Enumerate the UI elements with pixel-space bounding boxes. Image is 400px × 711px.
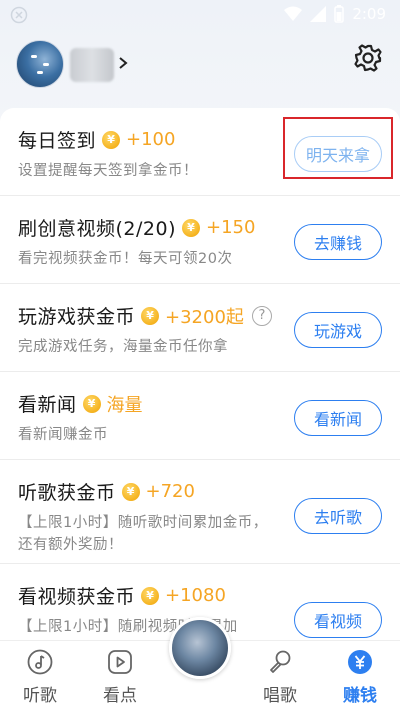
coin-icon: ¥: [102, 130, 121, 149]
clock-text: 2:09: [352, 5, 386, 23]
listen-music-button[interactable]: 去听歌: [294, 498, 382, 534]
watch-video-button[interactable]: 看视频: [294, 602, 382, 638]
nav-label: 唱歌: [263, 686, 297, 706]
task-reward: +100: [126, 129, 176, 150]
task-desc: 看新闻赚金币: [18, 427, 108, 443]
earn-money-button[interactable]: 去赚钱: [294, 224, 382, 260]
nav-item-watch[interactable]: 看点: [90, 649, 150, 706]
task-desc: 【上限1小时】随刷视频时间累加: [18, 619, 238, 635]
task-desc: 完成游戏任务，海量金币任你拿: [18, 339, 228, 355]
username-blurred[interactable]: [70, 48, 114, 82]
coin-icon: ¥: [121, 482, 140, 501]
task-reward: +150: [206, 217, 256, 238]
task-list: 每日签到 ¥ +100 设置提醒每天签到拿金币！ 明天来拿 刷创意视频(2/20…: [0, 108, 400, 648]
chevron-right-icon[interactable]: [117, 52, 129, 74]
nav-item-sing[interactable]: 唱歌: [250, 649, 310, 706]
status-bar: 2:09: [0, 0, 400, 30]
help-icon[interactable]: ?: [251, 305, 272, 326]
coin-icon: ¥: [141, 306, 160, 325]
yuan-icon: [347, 649, 373, 675]
task-read-news: 看新闻 ¥ 海量 看新闻赚金币 看新闻: [0, 372, 400, 460]
task-title: 玩游戏获金币: [18, 306, 136, 328]
nav-item-listen[interactable]: 听歌: [10, 649, 70, 706]
play-games-button[interactable]: 玩游戏: [294, 312, 382, 348]
nav-label: 赚钱: [343, 686, 377, 706]
profile-header: [0, 34, 400, 94]
task-desc: 设置提醒每天签到拿金币！: [18, 163, 198, 179]
task-daily-checkin: 每日签到 ¥ +100 设置提醒每天签到拿金币！ 明天来拿: [0, 108, 400, 196]
microphone-icon: [267, 649, 293, 675]
task-desc: 【上限1小时】随听歌时间累加金币，还有额外奖励！: [18, 515, 268, 553]
task-desc: 看完视频获金币！每天可领20次: [18, 251, 233, 267]
read-news-button[interactable]: 看新闻: [294, 400, 382, 436]
nav-label: 听歌: [23, 686, 57, 706]
highlight-box: [283, 117, 393, 179]
task-reward: +720: [145, 481, 195, 502]
task-title: 看视频获金币: [18, 586, 136, 608]
play-icon: [107, 649, 133, 675]
center-record-button[interactable]: [169, 617, 231, 679]
battery-icon: [334, 5, 345, 23]
avatar[interactable]: [16, 40, 64, 88]
wifi-icon: [284, 6, 303, 22]
coin-icon: ¥: [182, 218, 200, 237]
task-title: 刷创意视频(2/20): [18, 218, 176, 240]
close-circle-icon: [10, 6, 28, 24]
nav-label: 看点: [103, 686, 137, 706]
task-play-games: 玩游戏获金币 ¥ +3200起 ? 完成游戏任务，海量金币任你拿 玩游戏: [0, 284, 400, 372]
nav-item-earn[interactable]: 赚钱: [330, 649, 390, 706]
music-note-icon: [27, 649, 53, 675]
task-reward: +3200起: [165, 306, 244, 328]
gear-icon[interactable]: [352, 42, 384, 74]
signal-icon: [310, 6, 327, 22]
coin-icon: ¥: [82, 394, 101, 413]
task-title: 听歌获金币: [18, 482, 116, 504]
task-title: 每日签到: [18, 130, 97, 152]
task-reward: +1080: [165, 585, 226, 606]
task-creative-video: 刷创意视频(2/20) ¥ +150 看完视频获金币！每天可领20次 去赚钱: [0, 196, 400, 284]
task-listen-music: 听歌获金币 ¥ +720 【上限1小时】随听歌时间累加金币，还有额外奖励！ 去听…: [0, 460, 400, 564]
task-reward: 海量: [106, 394, 143, 416]
task-title: 看新闻: [18, 394, 77, 416]
coin-icon: ¥: [141, 586, 160, 605]
